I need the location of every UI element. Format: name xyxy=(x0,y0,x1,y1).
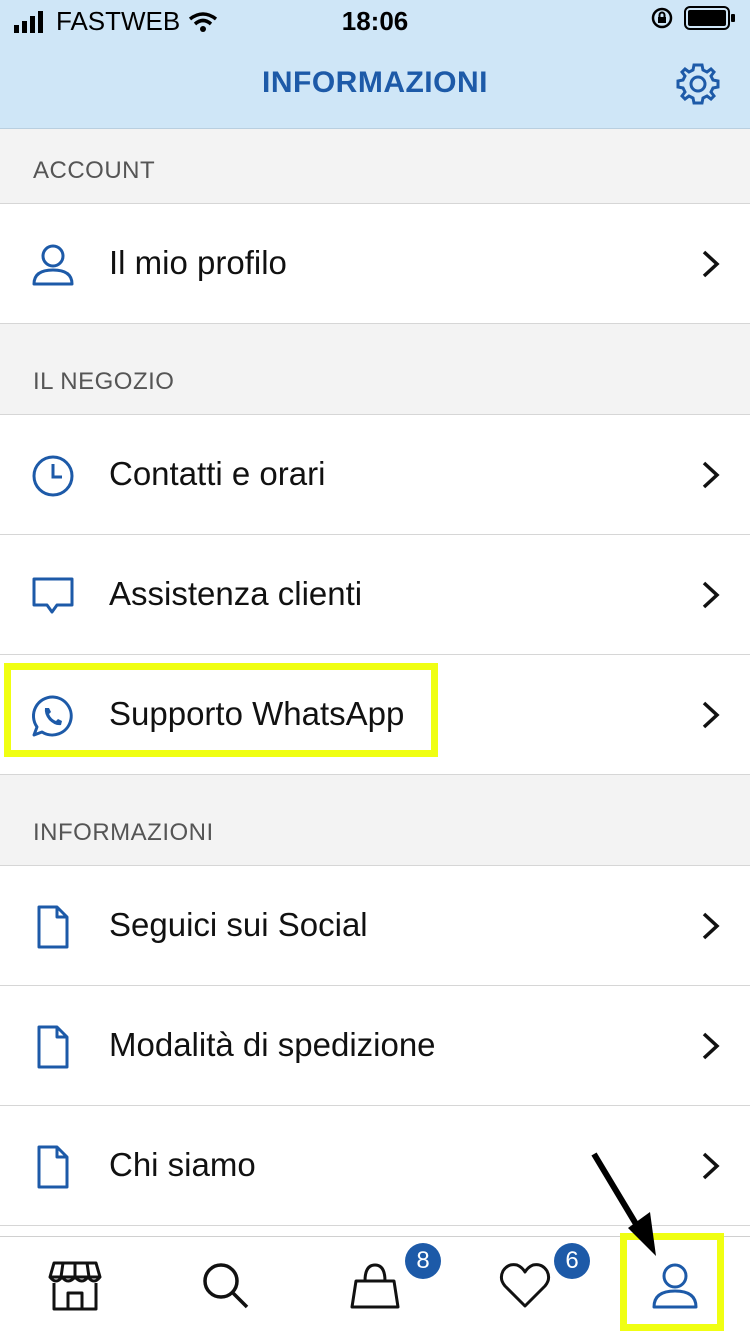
search-icon[interactable] xyxy=(199,1259,253,1313)
chevron-right-icon xyxy=(702,461,720,489)
cart-badge: 8 xyxy=(405,1243,441,1279)
row-contacts-hours[interactable]: Contatti e orari xyxy=(0,415,750,535)
row-label: Seguici sui Social xyxy=(109,906,368,943)
document-icon xyxy=(37,1145,69,1189)
user-icon xyxy=(32,244,74,286)
row-label: Il mio profilo xyxy=(109,244,287,281)
chat-bubble-icon xyxy=(32,577,74,614)
status-time: 18:06 xyxy=(341,6,409,36)
pointer-arrow xyxy=(591,1152,656,1256)
chevron-right-icon xyxy=(702,701,720,729)
page-title: INFORMAZIONI xyxy=(262,66,488,99)
storefront-icon[interactable] xyxy=(48,1259,102,1313)
highlight-box-whatsapp xyxy=(4,663,438,757)
chevron-right-icon xyxy=(702,1032,720,1060)
row-label: Modalità di spedizione xyxy=(109,1026,436,1063)
chevron-right-icon xyxy=(702,1152,720,1180)
section-title: ACCOUNT xyxy=(33,157,156,184)
document-icon xyxy=(37,905,69,949)
row-label: Chi siamo xyxy=(109,1146,256,1183)
status-bar: FASTWEB 18:06 xyxy=(0,0,750,40)
chevron-right-icon xyxy=(702,581,720,609)
section-header-account: ACCOUNT xyxy=(0,129,750,204)
shopping-bag-icon[interactable] xyxy=(348,1259,402,1313)
section-header-info: INFORMAZIONI xyxy=(0,775,750,866)
section-title: IL NEGOZIO xyxy=(33,368,175,395)
gear-icon[interactable] xyxy=(676,62,720,106)
chevron-right-icon xyxy=(702,912,720,940)
top-bar: FASTWEB 18:06 INFORMAZIONI xyxy=(0,0,750,129)
section-header-store: IL NEGOZIO xyxy=(0,324,750,415)
section-title: INFORMAZIONI xyxy=(33,819,214,846)
row-label: Assistenza clienti xyxy=(109,575,363,612)
chevron-right-icon xyxy=(702,250,720,278)
battery-icon xyxy=(684,6,735,30)
heart-icon[interactable] xyxy=(498,1259,552,1313)
row-my-profile[interactable]: Il mio profilo xyxy=(0,204,750,324)
clock-icon xyxy=(32,455,74,497)
row-follow-social[interactable]: Seguici sui Social xyxy=(0,866,750,986)
rotation-lock-icon xyxy=(651,7,673,29)
row-customer-support[interactable]: Assistenza clienti xyxy=(0,535,750,655)
row-shipping-methods[interactable]: Modalità di spedizione xyxy=(0,986,750,1106)
row-label: Contatti e orari xyxy=(109,455,326,492)
document-icon xyxy=(37,1025,69,1069)
